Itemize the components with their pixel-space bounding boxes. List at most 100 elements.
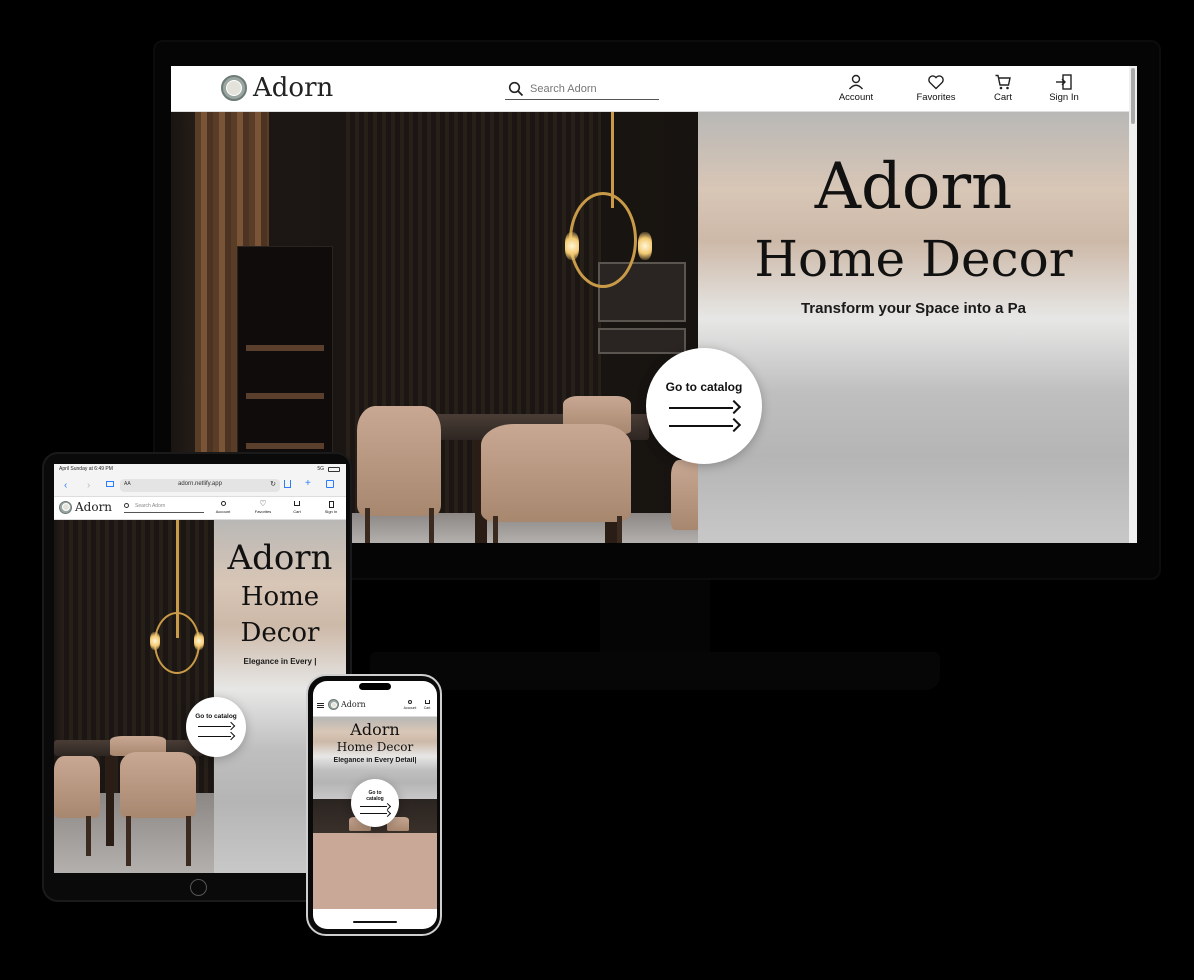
battery-icon: [328, 467, 340, 472]
hero-text-panel: Adorn Home Decor Transform your Space in…: [698, 112, 1129, 543]
go-to-catalog-button[interactable]: Go to catalog: [646, 348, 762, 464]
sign-in-icon: [1056, 74, 1072, 90]
status-signal: 5G: [317, 466, 324, 472]
pendant-lamp-ring: [569, 192, 637, 288]
go-to-catalog-button[interactable]: Go to catalog: [351, 779, 399, 827]
logo-badge-icon: [328, 699, 339, 710]
nav-favorites[interactable]: Favorites: [913, 73, 959, 103]
hero-tagline: Elegance in Every |: [243, 657, 317, 666]
cta-label-line2: catalog: [366, 795, 384, 802]
hero-title: Adorn: [350, 720, 400, 739]
tablet-screen: April Sunday at 6:49 PM 5G ‹ › AA adorn.…: [54, 464, 346, 873]
search-icon: [124, 503, 129, 508]
cart-icon: [995, 74, 1011, 90]
browser-toolbar: ‹ › AA adorn.netlify.app ↻ +: [54, 475, 346, 497]
heart-icon: ♡: [259, 499, 267, 508]
status-bar: April Sunday at 6:49 PM 5G: [54, 464, 346, 475]
phone-notch: [359, 683, 391, 690]
reload-icon[interactable]: ↻: [270, 480, 276, 488]
url-text: adorn.netlify.app: [178, 481, 222, 487]
reader-icon[interactable]: [106, 481, 114, 487]
tabs-icon[interactable]: [326, 480, 334, 488]
site-header: Adorn Search Adorn Account ♡ Favorites C…: [54, 497, 346, 520]
hero-subtitle: Home Decor: [754, 230, 1073, 288]
nav-cart[interactable]: Cart: [421, 700, 433, 710]
nav-cart[interactable]: Cart: [291, 501, 303, 514]
nav-label: Cart: [994, 92, 1012, 103]
search-icon: [508, 81, 524, 96]
nav-sign-in[interactable]: Sign In: [1045, 73, 1083, 103]
heart-icon: [928, 75, 944, 90]
arrow-right-icon: [360, 809, 392, 817]
share-icon[interactable]: [284, 480, 291, 488]
logo[interactable]: Adorn: [328, 699, 366, 710]
cta-label: Go to catalog: [665, 380, 743, 394]
color-block: [313, 833, 437, 909]
logo[interactable]: Adorn: [59, 500, 112, 514]
nav-account[interactable]: Account: [214, 501, 232, 514]
search-placeholder: Search Adorn: [135, 503, 166, 509]
address-bar[interactable]: AA adorn.netlify.app ↻: [120, 479, 280, 492]
home-indicator[interactable]: [353, 921, 397, 923]
user-icon: [848, 74, 864, 90]
lamp-bulb: [565, 232, 579, 260]
hero-subtitle-line1: Home: [240, 582, 320, 612]
nav-label: Sign In: [1049, 92, 1079, 103]
sign-in-icon: [328, 501, 334, 508]
cta-label: Go to catalog: [195, 713, 237, 720]
home-button[interactable]: [190, 879, 207, 896]
user-icon: [220, 501, 226, 506]
go-to-catalog-button[interactable]: Go to catalog: [186, 697, 246, 757]
scrollbar[interactable]: [1129, 66, 1137, 543]
hero-tagline: Transform your Space into a Pa: [800, 300, 1027, 317]
logo-text: Adorn: [75, 500, 113, 514]
nav-label: Account: [215, 509, 231, 514]
nav-account[interactable]: Account: [401, 700, 419, 710]
dining-chair: [54, 756, 100, 818]
phone-screen: Adorn Account Cart Adorn Home Decor Eleg…: [313, 681, 437, 929]
arrow-right-icon: [198, 721, 236, 731]
cart-icon: [424, 700, 430, 704]
nav-label: Cart: [293, 509, 301, 514]
arrow-right-icon: [198, 731, 236, 741]
logo-text: Adorn: [253, 73, 334, 103]
search-box[interactable]: Search Adorn: [124, 503, 204, 513]
nav-account[interactable]: Account: [835, 73, 877, 103]
nav-label: Cart: [423, 706, 431, 710]
search-box[interactable]: Search Adorn: [505, 78, 659, 100]
text-size-label[interactable]: AA: [124, 481, 131, 487]
nav-cart[interactable]: Cart: [989, 73, 1017, 103]
logo-badge-icon: [59, 500, 72, 514]
user-icon: [408, 700, 412, 704]
dining-chair: [120, 752, 196, 818]
nav-label: Account: [838, 92, 874, 103]
hero-title: Adorn: [814, 150, 1013, 224]
status-time: April Sunday at 6:49 PM: [59, 466, 113, 472]
arrow-right-icon: [669, 399, 742, 415]
logo[interactable]: Adorn: [221, 73, 333, 103]
monitor-stand-base: [370, 652, 940, 690]
monitor-stand-neck: [600, 580, 710, 652]
dining-chair: [671, 460, 698, 530]
search-placeholder: Search Adorn: [530, 82, 597, 95]
new-tab-icon[interactable]: +: [305, 478, 311, 489]
back-icon[interactable]: ‹: [64, 480, 67, 491]
nav-label: Account: [403, 706, 417, 710]
arrow-right-icon: [669, 417, 742, 433]
nav-label: Favorites: [916, 92, 956, 103]
logo-badge-icon: [221, 75, 247, 101]
nav-favorites[interactable]: ♡ Favorites: [252, 499, 274, 515]
hero-subtitle-line2: Decor: [240, 618, 320, 648]
site-header: Adorn Account Cart: [313, 695, 437, 717]
lamp-bulb: [638, 232, 652, 260]
hero-title: Adorn: [227, 538, 333, 578]
arrow-right-icon: [360, 802, 392, 810]
hero-photo: [54, 520, 214, 873]
nav-label: Sign In: [324, 509, 338, 514]
forward-icon[interactable]: ›: [87, 480, 90, 491]
site-header: Adorn Search Adorn Account Favorites Car…: [171, 66, 1129, 112]
cart-icon: [294, 501, 300, 506]
hero-subtitle: Home Decor: [336, 740, 414, 754]
nav-sign-in[interactable]: Sign In: [322, 501, 340, 514]
nav-label: Favorites: [254, 509, 272, 514]
